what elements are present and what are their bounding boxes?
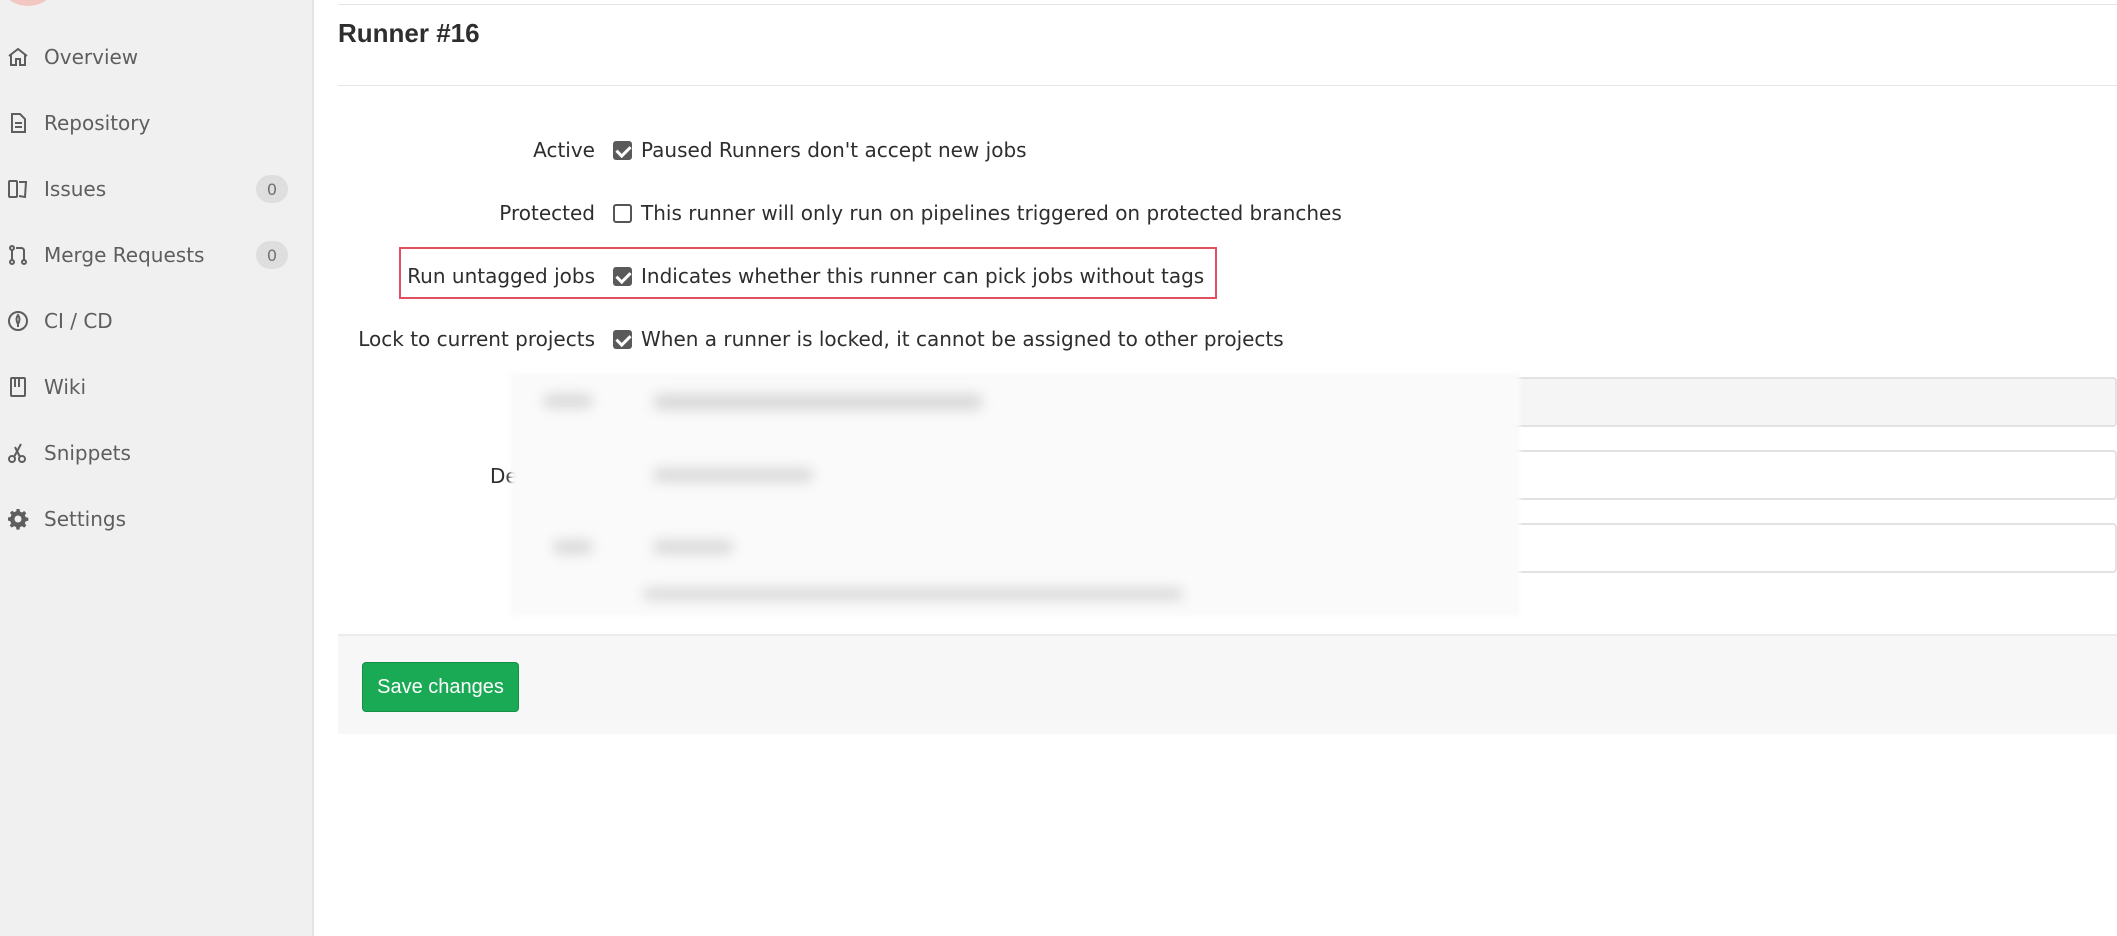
page-title: Runner #16 bbox=[338, 18, 480, 48]
sidebar-item-repository[interactable]: Repository bbox=[0, 96, 312, 150]
sidebar-item-ci-cd[interactable]: CI / CD bbox=[0, 294, 312, 348]
redacted-text bbox=[553, 540, 593, 554]
merge-requests-count-badge: 0 bbox=[256, 241, 288, 269]
divider bbox=[338, 85, 2117, 86]
sidebar-item-wiki[interactable]: Wiki bbox=[0, 360, 312, 414]
sidebar-item-issues[interactable]: Issues 0 bbox=[0, 162, 312, 216]
sidebar-item-snippets[interactable]: Snippets bbox=[0, 426, 312, 480]
sidebar: Overview Repository Issues 0 Merge Reque… bbox=[0, 0, 314, 936]
protected-label: Protected bbox=[499, 201, 595, 225]
redacted-text bbox=[653, 540, 733, 554]
redacted-text bbox=[543, 394, 593, 408]
redacted-text bbox=[653, 468, 813, 482]
rocket-icon bbox=[6, 309, 30, 333]
active-label: Active bbox=[533, 138, 595, 162]
protected-help-text: This runner will only run on pipelines t… bbox=[641, 201, 1342, 225]
divider bbox=[338, 4, 2117, 5]
run-untagged-checkbox[interactable] bbox=[613, 267, 632, 286]
save-changes-button[interactable]: Save changes bbox=[362, 662, 519, 712]
sidebar-item-settings[interactable]: Settings bbox=[0, 492, 312, 546]
scissors-icon bbox=[6, 441, 30, 465]
gear-icon bbox=[6, 507, 30, 531]
redacted-text bbox=[643, 588, 1183, 600]
run-untagged-label: Run untagged jobs bbox=[407, 264, 595, 288]
sidebar-item-label: Snippets bbox=[44, 441, 131, 465]
issues-icon bbox=[6, 177, 30, 201]
home-icon bbox=[6, 45, 30, 69]
form-actions: Save changes bbox=[338, 634, 2117, 734]
redacted-text bbox=[653, 394, 983, 410]
sidebar-item-merge-requests[interactable]: Merge Requests 0 bbox=[0, 228, 312, 282]
main-content: Runner #16 Active Paused Runners don't a… bbox=[338, 0, 2117, 936]
run-untagged-row: Run untagged jobs Indicates whether this… bbox=[338, 256, 2117, 296]
git-merge-icon bbox=[6, 243, 30, 267]
lock-projects-row: Lock to current projects When a runner i… bbox=[338, 319, 2117, 359]
active-row: Active Paused Runners don't accept new j… bbox=[338, 130, 2117, 170]
project-avatar[interactable] bbox=[6, 0, 50, 6]
lock-projects-label: Lock to current projects bbox=[358, 327, 595, 351]
sidebar-item-label: Issues bbox=[44, 177, 107, 201]
run-untagged-help-text: Indicates whether this runner can pick j… bbox=[641, 264, 1205, 288]
protected-row: Protected This runner will only run on p… bbox=[338, 193, 2117, 233]
book-icon bbox=[6, 375, 30, 399]
protected-checkbox[interactable] bbox=[613, 204, 632, 223]
sidebar-item-label: CI / CD bbox=[44, 309, 113, 333]
issues-count-badge: 0 bbox=[256, 175, 288, 203]
active-help-text: Paused Runners don't accept new jobs bbox=[641, 138, 1027, 162]
sidebar-item-label: Overview bbox=[44, 45, 139, 69]
sidebar-item-label: Wiki bbox=[44, 375, 87, 399]
sidebar-item-label: Repository bbox=[44, 111, 151, 135]
lock-projects-checkbox[interactable] bbox=[613, 330, 632, 349]
sidebar-item-label: Merge Requests bbox=[44, 243, 205, 267]
active-checkbox[interactable] bbox=[613, 141, 632, 160]
sidebar-item-label: Settings bbox=[44, 507, 127, 531]
document-icon bbox=[6, 111, 30, 135]
lock-projects-help-text: When a runner is locked, it cannot be as… bbox=[641, 327, 1284, 351]
sidebar-item-overview[interactable]: Overview bbox=[0, 30, 312, 84]
